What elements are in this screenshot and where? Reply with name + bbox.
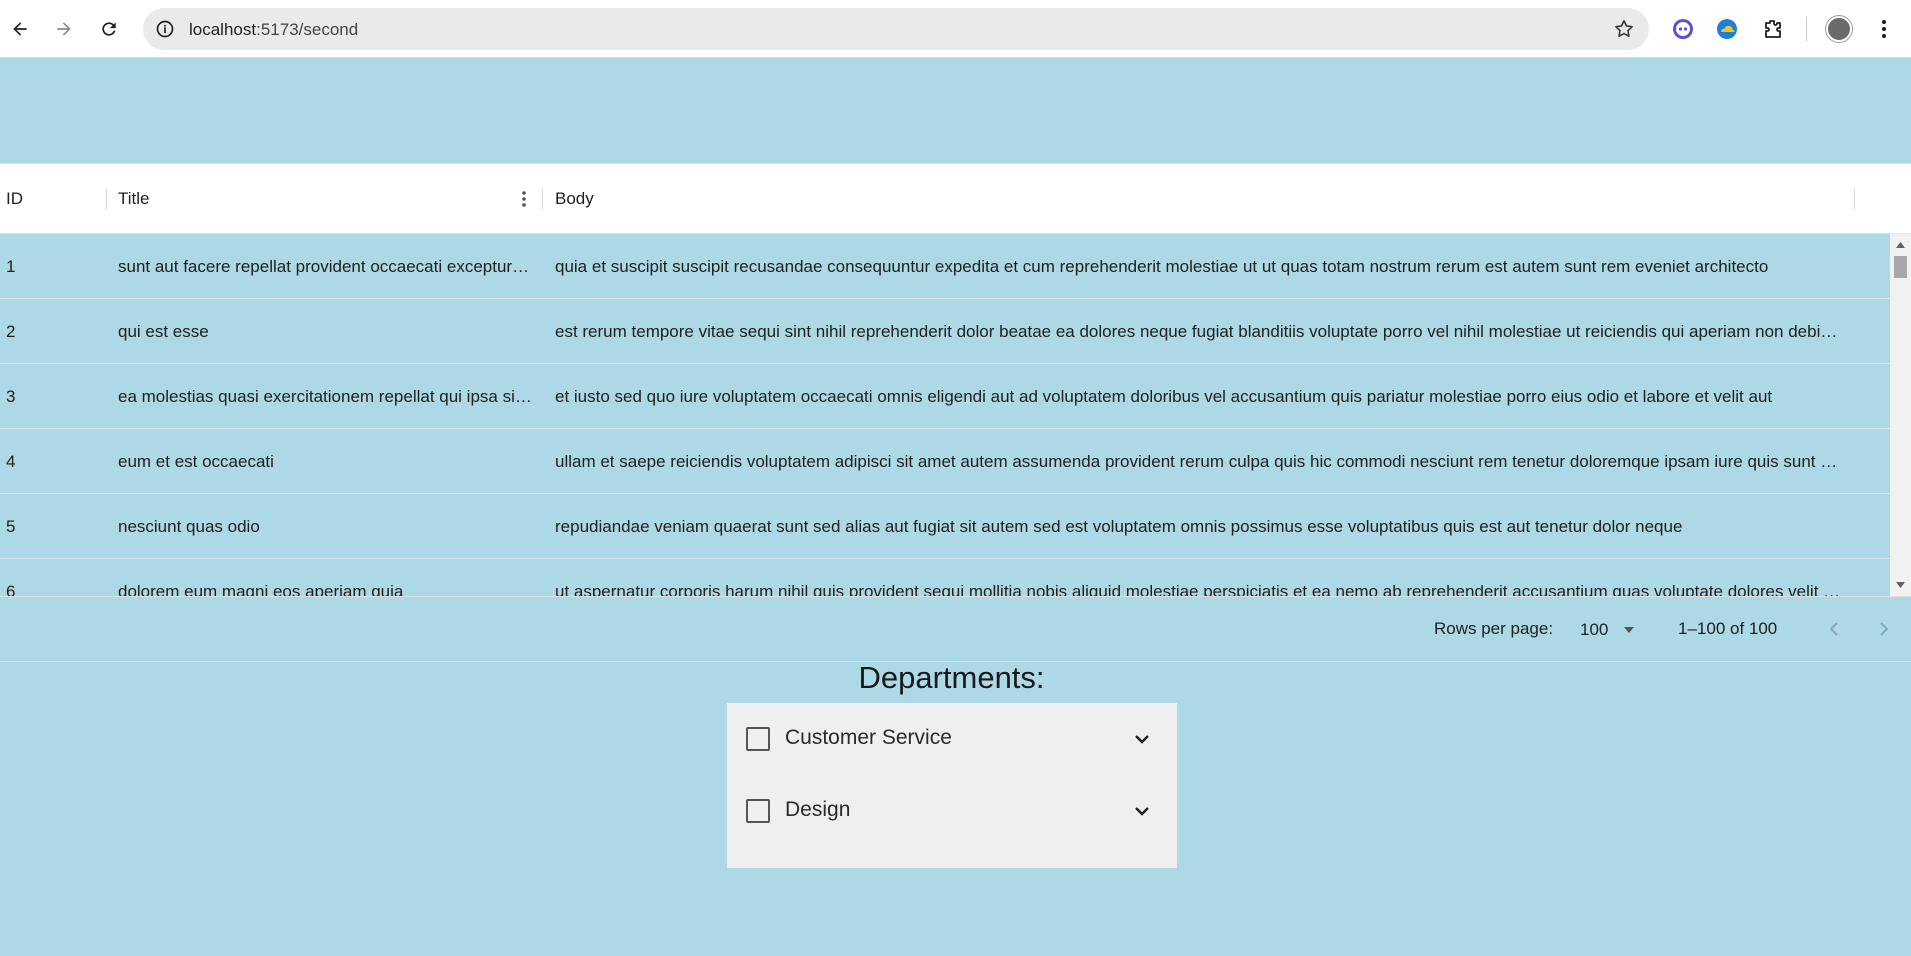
cell-body[interactable]: ullam et saepe reiciendis voluptatem adi… — [555, 429, 1841, 494]
scroll-down-arrow-icon[interactable] — [1895, 580, 1906, 590]
rows-per-page-select[interactable]: 100 — [1580, 617, 1636, 643]
department-label: Design — [785, 798, 851, 821]
cell-id[interactable]: 2 — [6, 299, 96, 364]
column-header-title[interactable]: Title — [118, 164, 150, 234]
cell-title[interactable]: nesciunt quas odio — [118, 494, 532, 559]
cell-body[interactable]: et iusto sed quo iure voluptatem occaeca… — [555, 364, 1841, 429]
url-host: localhost — [189, 20, 257, 39]
chrome-menu-icon[interactable] — [1876, 17, 1892, 41]
profile-avatar[interactable] — [1826, 16, 1852, 42]
browser-toolbar: localhost:5173/second — [0, 0, 1911, 58]
table-row[interactable]: 2 qui est esse est rerum tempore vitae s… — [0, 299, 1890, 364]
departments-heading: Departments: — [858, 660, 1045, 695]
cell-title[interactable]: dolorem eum magni eos aperiam quia — [118, 559, 532, 596]
column-header-body[interactable]: Body — [555, 164, 594, 234]
dropdown-arrow-icon — [1624, 627, 1634, 633]
table-row[interactable]: 5 nesciunt quas odio repudiandae veniam … — [0, 494, 1890, 559]
forward-arrow-icon[interactable] — [49, 14, 79, 44]
department-checkbox[interactable] — [746, 799, 770, 823]
site-info-icon[interactable] — [155, 19, 175, 39]
chevron-down-icon[interactable] — [1132, 801, 1152, 821]
posts-data-grid: ID Title Body 1 sunt aut facere repellat… — [0, 163, 1911, 662]
table-row[interactable]: 3 ea molestias quasi exercitationem repe… — [0, 364, 1890, 429]
back-arrow-icon[interactable] — [5, 14, 35, 44]
cell-title[interactable]: eum et est occaecati — [118, 429, 532, 494]
address-bar[interactable]: localhost:5173/second — [143, 8, 1649, 50]
toolbar-divider — [1806, 17, 1807, 41]
cell-id[interactable]: 5 — [6, 494, 96, 559]
cell-body[interactable]: ut aspernatur corporis harum nihil quis … — [555, 559, 1841, 596]
cell-title[interactable]: sunt aut facere repellat provident occae… — [118, 234, 532, 299]
cell-body[interactable]: repudiandae veniam quaerat sunt sed alia… — [555, 494, 1841, 559]
extension-icon[interactable] — [1671, 17, 1695, 41]
department-label: Customer Service — [785, 726, 952, 749]
table-row[interactable]: 4 eum et est occaecati ullam et saepe re… — [0, 429, 1890, 494]
scrollbar-thumb[interactable] — [1894, 256, 1907, 278]
cell-id[interactable]: 3 — [6, 364, 96, 429]
cell-title[interactable]: ea molestias quasi exercitationem repell… — [118, 364, 532, 429]
cell-body[interactable]: est rerum tempore vitae sequi sint nihil… — [555, 299, 1841, 364]
cell-body[interactable]: quia et suscipit suscipit recusandae con… — [555, 234, 1841, 299]
rows-per-page-value: 100 — [1580, 620, 1609, 639]
cell-title[interactable]: qui est esse — [118, 299, 532, 364]
grid-header: ID Title Body — [0, 164, 1911, 234]
department-checkbox[interactable] — [746, 727, 770, 751]
column-separator[interactable] — [1854, 189, 1855, 209]
department-item-customer-service[interactable]: Customer Service — [727, 703, 1177, 775]
chevron-down-icon[interactable] — [1132, 729, 1152, 749]
table-row[interactable]: 6 dolorem eum magni eos aperiam quia ut … — [0, 559, 1890, 596]
reload-icon[interactable] — [94, 14, 124, 44]
previous-page-icon[interactable] — [1822, 617, 1846, 641]
url-text: localhost:5173/second — [189, 20, 358, 40]
scroll-up-arrow-icon[interactable] — [1895, 240, 1906, 250]
grid-rows: 1 sunt aut facere repellat provident occ… — [0, 234, 1890, 596]
column-header-id[interactable]: ID — [6, 164, 23, 234]
column-separator[interactable] — [542, 189, 543, 209]
puzzle-extensions-icon[interactable] — [1760, 17, 1784, 41]
column-separator[interactable] — [106, 189, 107, 209]
column-menu-icon[interactable] — [516, 188, 532, 210]
url-path: :5173/second — [256, 20, 359, 39]
grid-pagination-footer: Rows per page: 100 1–100 of 100 — [0, 596, 1911, 662]
bookmark-star-icon[interactable] — [1613, 18, 1635, 40]
table-row[interactable]: 1 sunt aut facere repellat provident occ… — [0, 234, 1890, 299]
rows-per-page-label: Rows per page: — [1434, 619, 1554, 638]
department-item-design[interactable]: Design — [727, 775, 1177, 847]
extension-cloud-icon[interactable] — [1715, 17, 1739, 41]
cell-id[interactable]: 6 — [6, 559, 96, 596]
departments-list: Customer Service Design — [727, 703, 1177, 868]
cell-id[interactable]: 4 — [6, 429, 96, 494]
grid-vertical-scrollbar[interactable] — [1890, 234, 1911, 596]
cell-id[interactable]: 1 — [6, 234, 96, 299]
next-page-icon[interactable] — [1872, 617, 1896, 641]
pagination-range: 1–100 of 100 — [1678, 619, 1778, 638]
